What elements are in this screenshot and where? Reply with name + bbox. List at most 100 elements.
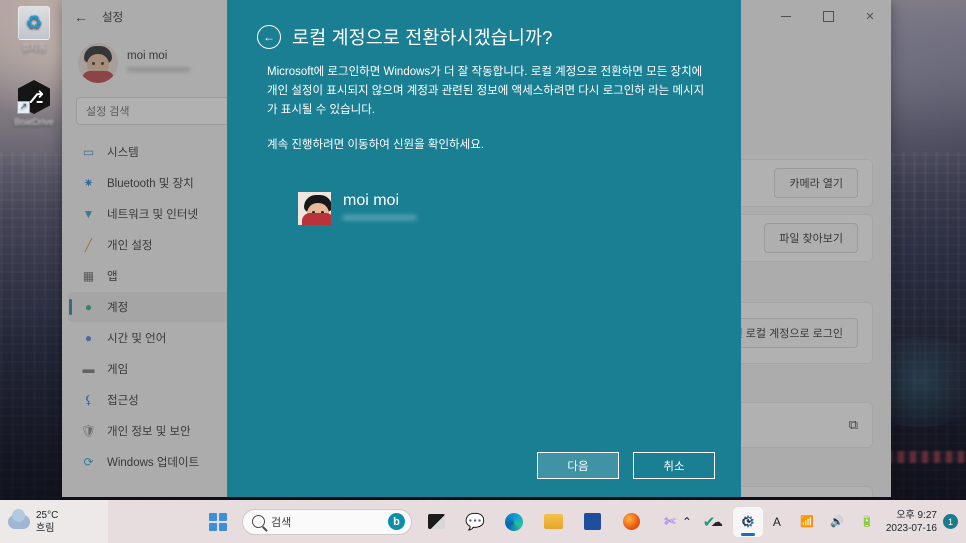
recycle-symbol: ♻ [25,12,43,34]
file-explorer-button[interactable] [538,507,568,537]
weather-condition: 흐림 [36,522,55,534]
task-view-icon [427,514,445,529]
wifi-icon[interactable]: 📶 [792,506,822,538]
sidebar-item-label: Bluetooth 및 장치 [107,178,194,190]
browse-files-button[interactable]: 파일 찾아보기 [764,223,858,253]
sidebar-item-label: 개인 설정 [107,240,153,252]
clock-time: 오후 9:27 [896,509,937,521]
external-link-icon[interactable]: ⧉ [849,417,858,433]
store-button[interactable] [577,507,607,537]
bluetooth-icon: ✷ [83,176,94,190]
microsoft-store-icon [583,513,601,530]
search-text: 검색 [271,516,292,529]
edge-button[interactable] [499,507,529,537]
sidebar-item-label: 계정 [107,302,129,314]
ime-input-mode-icon[interactable]: A [762,506,792,538]
dialog-account-email: •••••••••••••••••••• [343,212,417,224]
firefox-icon [622,513,640,530]
profile-email: •••••••••••••••••• [127,65,191,76]
sidebar-item-windows-update[interactable]: ⟳ Windows 업데이트 [68,447,237,477]
volume-icon[interactable]: 🔊 [822,506,852,538]
sidebar-item-privacy-security[interactable]: 🛡 개인 정보 및 보안 [68,416,237,446]
window-controls: ✕ [765,0,891,33]
chat-button[interactable]: 💬 [460,507,490,537]
sidebar-item-bluetooth-devices[interactable]: ✷ Bluetooth 및 장치 [68,168,237,198]
sidebar-item-label: Windows 업데이트 [107,457,200,469]
windows-logo-icon [209,512,227,531]
search-placeholder: 설정 검색 [86,106,130,118]
weather-widget[interactable]: 25°C 흐림 [0,500,108,543]
recycle-bin-icon: ♻ [17,6,51,40]
cloud-icon [8,508,30,529]
sidebar-item-system[interactable]: ▭ 시스템 [68,137,237,167]
sidebar-item-label: 게임 [107,364,129,376]
settings-search-input[interactable]: 설정 검색 [76,97,229,125]
avatar [78,43,118,83]
update-icon: ⟳ [83,455,94,469]
sidebar-item-label: 시간 및 언어 [107,333,167,345]
back-arrow-circle-icon[interactable]: ← [257,25,281,49]
taskbar-search-input[interactable]: 검색 b [242,508,412,535]
wifi-icon: ▼ [82,207,95,221]
sidebar-item-label: 앱 [107,271,118,283]
sidebar-item-network-internet[interactable]: ▼ 네트워크 및 인터넷 [68,199,237,229]
boatdrive-icon: ⎇ ↗ [17,80,51,114]
accessibility-icon: ⚸ [84,393,93,407]
desktop-icon-label: BoatDrive [14,117,54,127]
sidebar-item-apps[interactable]: ▦ 앱 [68,261,237,291]
dialog-header: ← 로컬 계정으로 전환하시겠습니까? [257,24,711,50]
close-button[interactable]: ✕ [849,0,891,33]
settings-sidebar: moi moi •••••••••••••••••• 설정 검색 ▭ 시스템 ✷… [62,33,243,497]
firefox-button[interactable] [616,507,646,537]
taskbar: 검색 b 💬 ✄ ✔ ⚙ ⌃ ☁ ⟳ A 📶 🔊 🔋 오후 9:27 2023-… [0,500,966,543]
avatar [298,191,331,225]
cancel-button[interactable]: 취소 [633,452,715,479]
dialog-title: 로컬 계정으로 전환하시겠습니까? [292,27,553,48]
sidebar-item-accessibility[interactable]: ⚸ 접근성 [68,385,237,415]
brush-icon: ╱ [84,238,93,252]
microsoft-edge-icon [505,512,523,531]
sidebar-item-time-language[interactable]: ● 시간 및 언어 [68,323,237,353]
file-explorer-icon [543,514,563,529]
sidebar-item-label: 접근성 [107,395,139,407]
desktop-icon-label: 휴지통 [21,43,47,53]
open-camera-button[interactable]: 카메라 열기 [774,168,858,198]
update-pending-icon[interactable]: ⟳ [732,506,762,538]
chat-teams-icon: 💬 [465,513,485,531]
shield-icon: 🛡 [80,424,97,438]
battery-icon[interactable]: 🔋 [852,506,882,538]
sidebar-item-label: 시스템 [107,147,139,159]
sidebar-item-personalization[interactable]: ╱ 개인 설정 [68,230,237,260]
dialog-paragraph-1: Microsoft에 로그인하면 Windows가 더 잘 작동합니다. 로컬 … [267,66,705,116]
minimize-button[interactable] [765,0,807,33]
onedrive-icon[interactable]: ☁ [702,506,732,538]
sidebar-item-label: 개인 정보 및 보안 [107,426,191,438]
apps-icon: ▦ [82,269,95,283]
maximize-button[interactable] [807,0,849,33]
sidebar-item-accounts[interactable]: ● 계정 [68,292,237,322]
clock-icon: ● [84,331,93,345]
notification-badge[interactable]: 1 [943,514,958,529]
window-title: 설정 [102,11,124,24]
back-arrow-icon[interactable]: ← [66,3,96,31]
desktop-icon-boatdrive[interactable]: ⎇ ↗ BoatDrive [3,80,65,128]
sidebar-item-label: 네트워크 및 인터넷 [107,209,199,221]
show-hidden-icons-button[interactable]: ⌃ [672,506,702,538]
profile-name: moi moi [127,50,168,62]
sidebar-item-gaming[interactable]: ▬ 게임 [68,354,237,384]
dialog-paragraph-2: 계속 진행하려면 이동하여 신원을 확인하세요. [267,139,484,151]
desktop-icon-recycle-bin[interactable]: ♻ 휴지통 [3,6,65,54]
switch-to-local-account-dialog[interactable]: ← 로컬 계정으로 전환하시겠습니까? Microsoft에 로그인하면 Win… [227,0,741,497]
sidebar-profile[interactable]: moi moi •••••••••••••••••• [68,33,237,97]
clock[interactable]: 오후 9:27 2023-07-16 [882,509,943,535]
weather-text: 25°C 흐림 [36,509,58,535]
next-button[interactable]: 다음 [537,452,619,479]
bing-chat-icon[interactable]: b [388,513,405,530]
taskview-button[interactable] [421,507,451,537]
monitor-icon: ▭ [82,145,95,159]
dialog-actions: 다음 취소 [537,452,715,479]
dialog-account-row: moi moi •••••••••••••••••••• [298,191,711,225]
start-button[interactable] [203,507,233,537]
gamepad-icon: ▬ [82,362,95,376]
shortcut-arrow-icon: ↗ [17,101,30,114]
